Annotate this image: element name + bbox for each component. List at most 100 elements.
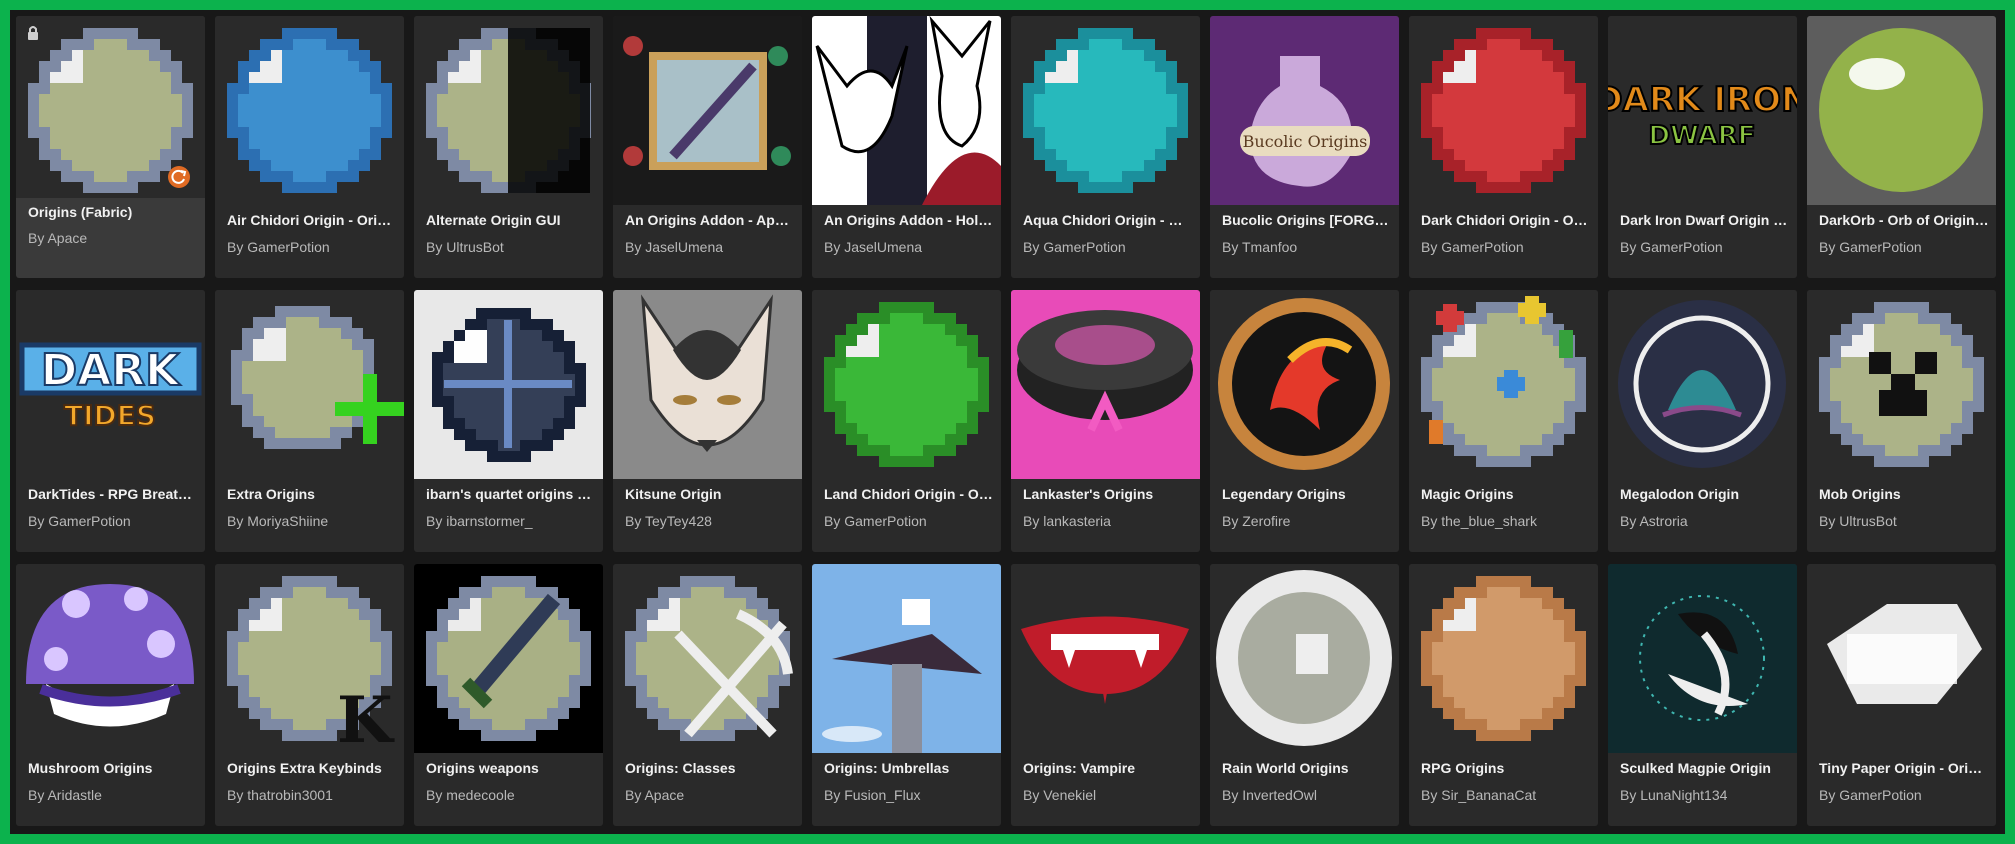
mod-thumbnail bbox=[1210, 564, 1399, 753]
svg-text:DARK: DARK bbox=[41, 345, 181, 396]
mod-thumbnail bbox=[1807, 16, 1996, 205]
mod-thumbnail bbox=[1409, 564, 1598, 753]
mod-card[interactable]: Megalodon Origin By Astroria bbox=[1608, 290, 1797, 552]
mod-title: DarkOrb - Orb of Origins Retexture bbox=[1819, 212, 1989, 228]
mod-author: By GamerPotion bbox=[1620, 239, 1723, 255]
mod-card[interactable]: RPG Origins By Sir_BananaCat bbox=[1409, 564, 1598, 826]
mod-author: By the_blue_shark bbox=[1421, 513, 1537, 529]
mod-card[interactable]: Sculked Magpie Origin By LunaNight134 bbox=[1608, 564, 1797, 826]
mod-card[interactable]: Magic Origins By the_blue_shark bbox=[1409, 290, 1598, 552]
mod-thumbnail bbox=[1608, 564, 1797, 753]
mod-thumbnail bbox=[1608, 290, 1797, 479]
mod-card[interactable]: Mushroom Origins By Aridastle bbox=[16, 564, 205, 826]
svg-text:DARK IRON: DARK IRON bbox=[1608, 80, 1797, 120]
mod-card[interactable]: Kitsune Origin By TeyTey428 bbox=[613, 290, 802, 552]
mod-author: By GamerPotion bbox=[28, 513, 131, 529]
mod-thumbnail: K bbox=[215, 564, 404, 753]
mod-card[interactable]: Legendary Origins By Zerofire bbox=[1210, 290, 1399, 552]
mod-card[interactable]: DarkOrb - Orb of Origins Retexture By Gam… bbox=[1807, 16, 1996, 278]
mod-card[interactable]: An Origins Addon - Hollow Knight By Jasel… bbox=[812, 16, 1001, 278]
mod-title: Lankaster's Origins bbox=[1023, 486, 1154, 502]
mod-author: By GamerPotion bbox=[227, 239, 330, 255]
mod-title: Magic Origins bbox=[1421, 486, 1514, 502]
mod-card[interactable]: ibarn's quartet origins addon By ibarnsto… bbox=[414, 290, 603, 552]
svg-text:DWARF: DWARF bbox=[1649, 121, 1756, 151]
svg-text:TIDES: TIDES bbox=[64, 399, 156, 432]
mod-card[interactable]: DARK IRONDWARF Dark Iron Dwarf Origin - O… bbox=[1608, 16, 1797, 278]
mod-thumbnail bbox=[414, 290, 603, 479]
mod-title: Aqua Chidori Origin - Origins Addon bbox=[1023, 212, 1193, 228]
mod-thumbnail bbox=[1807, 564, 1996, 753]
mod-card[interactable]: Bucolic Origins Bucolic Origins [FORGE/FA… bbox=[1210, 16, 1399, 278]
update-badge-icon[interactable] bbox=[168, 166, 190, 188]
mod-thumbnail: DARK TIDES bbox=[16, 290, 205, 479]
mod-card[interactable]: An Origins Addon - Apocalypse By JaselUme… bbox=[613, 16, 802, 278]
mod-title: Dark Chidori Origin - Origins Addon bbox=[1421, 212, 1591, 228]
mod-thumbnail bbox=[414, 564, 603, 753]
mod-author: By JaselUmena bbox=[625, 239, 724, 255]
mod-author: By Tmanfoo bbox=[1222, 239, 1298, 255]
mod-thumbnail bbox=[1409, 290, 1598, 479]
mod-thumbnail bbox=[1011, 564, 1200, 753]
mod-title: Rain World Origins bbox=[1222, 760, 1349, 776]
mod-card[interactable]: Origins: Umbrellas By Fusion_Flux bbox=[812, 564, 1001, 826]
mod-thumbnail bbox=[1807, 290, 1996, 479]
mod-author: By lankasteria bbox=[1023, 513, 1111, 529]
mod-browser-panel: Origins (Fabric) By Apace Air Chidori Orig… bbox=[10, 10, 2005, 834]
mod-card[interactable]: Dark Chidori Origin - Origins Addon By Ga… bbox=[1409, 16, 1598, 278]
mod-title: Bucolic Origins [FORGE/FABRIC] bbox=[1222, 212, 1392, 228]
mod-card[interactable]: Extra Origins By MoriyaShiine bbox=[215, 290, 404, 552]
mod-author: By Sir_BananaCat bbox=[1421, 787, 1537, 803]
mod-author: By Astroria bbox=[1620, 513, 1688, 529]
mod-thumbnail bbox=[1011, 290, 1200, 479]
mod-card[interactable]: DARKTIDES DarkTides - RPG Breathe of Orig… bbox=[16, 290, 205, 552]
mod-thumbnail bbox=[215, 290, 404, 479]
mod-title: Kitsune Origin bbox=[625, 486, 722, 502]
mod-title: Extra Origins bbox=[227, 486, 315, 502]
mod-card[interactable]: Rain World Origins By InvertedOwl bbox=[1210, 564, 1399, 826]
mod-grid: Origins (Fabric) By Apace Air Chidori Orig… bbox=[16, 16, 1996, 826]
mod-author: By GamerPotion bbox=[1819, 787, 1922, 803]
mod-thumbnail bbox=[613, 290, 802, 479]
mod-card[interactable]: Origins: Classes By Apace bbox=[613, 564, 802, 826]
mod-author: By Apace bbox=[625, 787, 685, 803]
mod-thumbnail bbox=[215, 16, 404, 205]
mod-thumbnail: Bucolic Origins bbox=[1210, 16, 1399, 205]
mod-card[interactable]: Mob Origins By UltrusBot bbox=[1807, 290, 1996, 552]
mod-title: Origins Extra Keybinds bbox=[227, 760, 382, 776]
mod-author: By MoriyaShiine bbox=[227, 513, 329, 529]
mod-card[interactable]: Air Chidori Origin - Origins Addon By Gam… bbox=[215, 16, 404, 278]
mod-card[interactable]: Lankaster's Origins By lankasteria bbox=[1011, 290, 1200, 552]
mod-card[interactable]: Origins weapons By medecoole bbox=[414, 564, 603, 826]
mod-card[interactable]: Origins: Vampire By Venekiel bbox=[1011, 564, 1200, 826]
mod-thumbnail bbox=[812, 290, 1001, 479]
mod-author: By ibarnstormer_ bbox=[426, 513, 533, 529]
mod-author: By Apace bbox=[28, 230, 88, 246]
mod-title: Land Chidori Origin - Origins Addon bbox=[824, 486, 994, 502]
mod-title: Air Chidori Origin - Origins Addon bbox=[227, 212, 397, 228]
mod-author: By UltrusBot bbox=[1819, 513, 1897, 529]
mod-thumbnail bbox=[1210, 290, 1399, 479]
mod-author: By InvertedOwl bbox=[1222, 787, 1317, 803]
mod-title: Origins: Classes bbox=[625, 760, 736, 776]
svg-text:K: K bbox=[337, 683, 395, 753]
mod-title: Mushroom Origins bbox=[28, 760, 153, 776]
mod-card[interactable]: K Origins Extra Keybinds By thatrobin3001 bbox=[215, 564, 404, 826]
mod-author: By LunaNight134 bbox=[1620, 787, 1728, 803]
mod-title: Alternate Origin GUI bbox=[426, 212, 561, 228]
mod-title: Legendary Origins bbox=[1222, 486, 1346, 502]
mod-author: By Fusion_Flux bbox=[824, 787, 921, 803]
mod-author: By GamerPotion bbox=[824, 513, 927, 529]
mod-author: By medecoole bbox=[426, 787, 515, 803]
mod-card[interactable]: Aqua Chidori Origin - Origins Addon By Ga… bbox=[1011, 16, 1200, 278]
mod-author: By Aridastle bbox=[28, 787, 102, 803]
mod-title: Origins: Umbrellas bbox=[824, 760, 950, 776]
mod-card[interactable]: Origins (Fabric) By Apace bbox=[16, 16, 205, 278]
mod-card[interactable]: Alternate Origin GUI By UltrusBot bbox=[414, 16, 603, 278]
mod-card[interactable]: Tiny Paper Origin - Origins Addon By Game… bbox=[1807, 564, 1996, 826]
mod-author: By thatrobin3001 bbox=[227, 787, 333, 803]
mod-card[interactable]: Land Chidori Origin - Origins Addon By Ga… bbox=[812, 290, 1001, 552]
mod-author: By TeyTey428 bbox=[625, 513, 712, 529]
mod-title: Origins: Vampire bbox=[1023, 760, 1136, 776]
mod-title: An Origins Addon - Apocalypse bbox=[625, 212, 795, 228]
